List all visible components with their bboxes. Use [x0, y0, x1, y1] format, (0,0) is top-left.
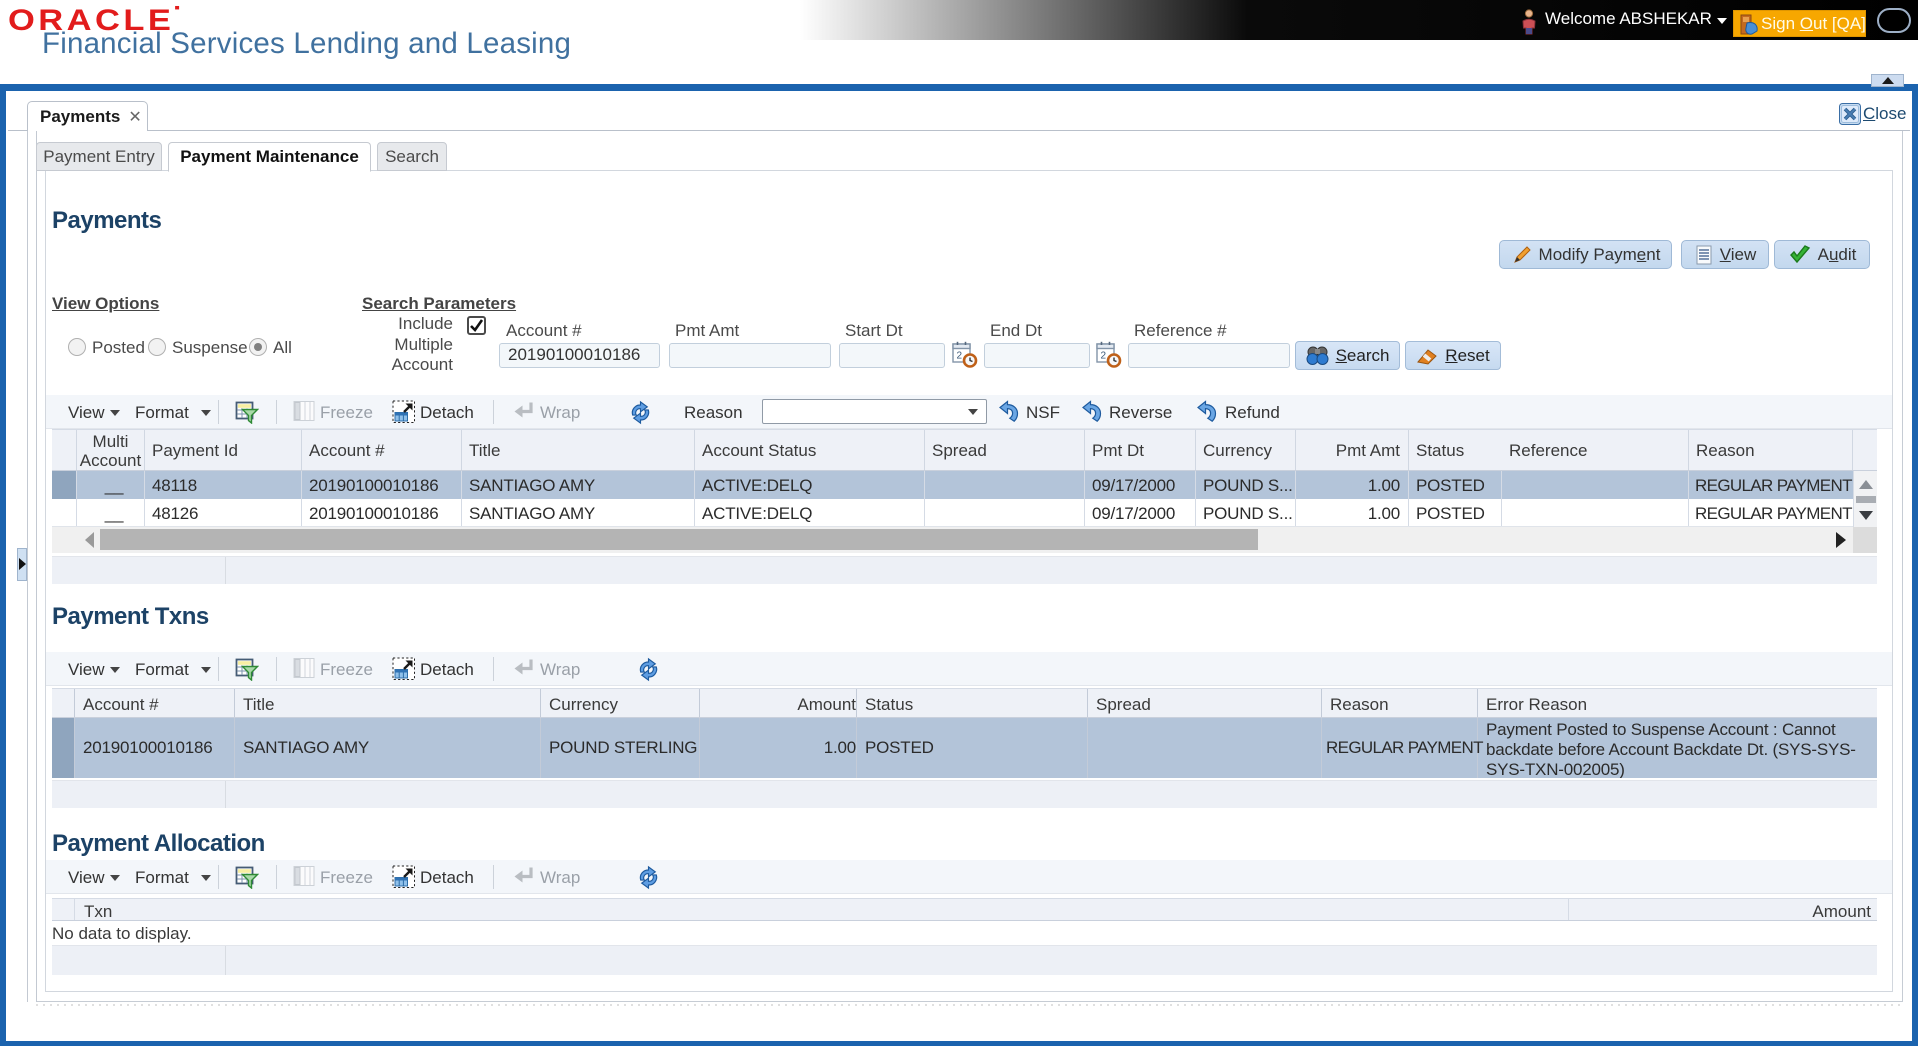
svg-text:2: 2	[1101, 351, 1107, 362]
svg-text:2: 2	[957, 351, 963, 362]
